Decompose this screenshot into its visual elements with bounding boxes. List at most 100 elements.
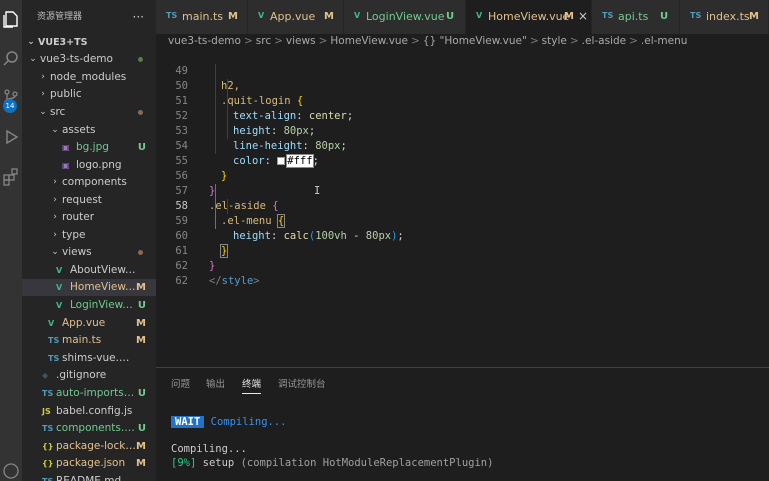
tab-terminal[interactable]: 终端 bbox=[242, 376, 262, 394]
editor-tab[interactable]: V LoginView.vue U bbox=[344, 0, 466, 34]
tree-item[interactable]: TS shims-vue.d.ts bbox=[22, 350, 156, 367]
vue-file-icon: V bbox=[56, 283, 63, 292]
editor-tab[interactable]: TS index.ts M bbox=[680, 0, 769, 34]
code-line: 56 } bbox=[156, 154, 769, 197]
account-icon[interactable] bbox=[2, 462, 20, 480]
tree-item-label: public bbox=[50, 88, 82, 100]
tree-item[interactable]: ▣ bg.jpg U bbox=[22, 139, 156, 156]
editor-tab[interactable]: V HomeView.vue M × bbox=[466, 0, 592, 34]
indent-guide bbox=[227, 199, 228, 214]
tree-item[interactable]: ⌄ vue3-ts-demo bbox=[22, 51, 156, 68]
vue-file-icon: V bbox=[476, 11, 483, 20]
breadcrumb: vue3-ts-demo > src > views > HomeView.vue >{} "… bbox=[156, 34, 769, 49]
source-control-badge: 14 bbox=[3, 99, 17, 113]
compiling-text: Compiling... bbox=[171, 443, 247, 455]
code-editor[interactable]: 49 h2, 50 .quit-login { 51 text-align: c… bbox=[156, 49, 769, 367]
tree-item[interactable]: ▣ logo.png bbox=[22, 157, 156, 174]
tree-item[interactable]: › request bbox=[22, 192, 156, 209]
tree-item[interactable]: V AboutView.vue bbox=[22, 262, 156, 279]
tree-item[interactable]: TSREADME.md bbox=[22, 473, 156, 481]
breadcrumb-item[interactable]: .el-menu bbox=[641, 35, 688, 47]
tab-status-badge: M bbox=[228, 11, 238, 22]
breadcrumb-item[interactable]: views bbox=[286, 35, 316, 47]
tree-item[interactable]: › router bbox=[22, 209, 156, 226]
ts-file-icon: TS bbox=[48, 354, 60, 363]
breadcrumb-item[interactable]: HomeView.vue bbox=[330, 35, 408, 47]
breadcrumb-separator-icon: > bbox=[243, 35, 253, 47]
vue-file-icon: V bbox=[354, 11, 361, 20]
code-line: 62 bbox=[156, 259, 769, 287]
project-root[interactable]: ⌄ VUE3+TS bbox=[22, 34, 156, 51]
tab-label: HomeView.vue bbox=[488, 10, 570, 23]
tree-item[interactable]: V App.vue M bbox=[22, 315, 156, 332]
breadcrumb-separator-icon: > bbox=[529, 35, 539, 47]
editor-tab[interactable]: TS api.ts U bbox=[592, 0, 680, 34]
tree-item[interactable]: JS babel.config.js bbox=[22, 403, 156, 420]
breadcrumb-separator-icon: > bbox=[274, 35, 283, 47]
chevron-down-icon: ⌄ bbox=[39, 107, 47, 117]
tree-item-label: bg.jpg bbox=[76, 141, 109, 153]
run-debug-icon[interactable] bbox=[2, 128, 20, 146]
tree-item-label: request bbox=[62, 194, 102, 206]
tree-item[interactable]: {} package-lock.j... M bbox=[22, 438, 156, 455]
progress-step: setup bbox=[202, 457, 235, 469]
tree-item-label: .gitignore bbox=[56, 369, 107, 381]
tree-item-label: package.json bbox=[56, 457, 126, 469]
tab-debug-console[interactable]: 调试控制台 bbox=[278, 376, 326, 390]
breadcrumb-item[interactable]: src bbox=[256, 35, 271, 47]
chevron-down-icon: ⌄ bbox=[51, 247, 59, 257]
activity-bar: 14 bbox=[0, 0, 22, 481]
code-line: 53 line-height: 80px; bbox=[156, 109, 769, 152]
editor-tab[interactable]: TS main.ts M bbox=[156, 0, 248, 34]
tree-item[interactable]: ◆ .gitignore bbox=[22, 367, 156, 384]
tab-output[interactable]: 输出 bbox=[206, 376, 225, 390]
tree-item[interactable]: TSauto-imports.d.tsU bbox=[22, 385, 156, 402]
tree-item[interactable]: V HomeView.... M bbox=[22, 279, 156, 296]
code-line: 54 color: #fff; bbox=[156, 124, 769, 168]
tree-item[interactable]: {} package.json M bbox=[22, 455, 156, 472]
editor-tab[interactable]: V App.vue M bbox=[248, 0, 344, 34]
git-status-badge: U bbox=[137, 388, 146, 399]
bottom-panel: 问题 输出 终端 调试控制台 WAIT Compiling... Compili… bbox=[156, 367, 769, 481]
breadcrumb-item[interactable]: vue3-ts-demo bbox=[168, 35, 241, 47]
tree-item-label: LoginView.vue bbox=[70, 299, 136, 311]
git-status-badge: M bbox=[136, 335, 146, 346]
breadcrumb-item[interactable]: {} "HomeView.vue" bbox=[423, 35, 527, 47]
git-status-badge: M bbox=[136, 441, 146, 452]
code-line: 51 text-align: center; bbox=[156, 79, 769, 122]
tree-item[interactable]: ⌄ assets bbox=[22, 122, 156, 139]
tree-item[interactable]: V LoginView.vueU bbox=[22, 297, 156, 314]
git-status-badge: M bbox=[136, 318, 146, 329]
tab-label: App.vue bbox=[270, 10, 316, 23]
tab-status-badge: U bbox=[446, 11, 455, 22]
tree-item[interactable]: › public bbox=[22, 86, 156, 103]
git-status-badge: M bbox=[136, 458, 146, 469]
tree-item[interactable]: ⌄ views bbox=[22, 244, 156, 261]
ts-file-icon: TS bbox=[602, 11, 614, 20]
more-actions-icon[interactable]: ··· bbox=[133, 0, 144, 34]
search-icon[interactable] bbox=[2, 50, 20, 68]
tree-item[interactable]: › type bbox=[22, 227, 156, 244]
breadcrumb-item[interactable]: .el-aside bbox=[582, 35, 626, 47]
tree-item[interactable]: › components bbox=[22, 174, 156, 191]
git-status-badge: M bbox=[136, 282, 146, 293]
breadcrumb-item[interactable]: style bbox=[542, 35, 567, 47]
close-tab-icon[interactable]: × bbox=[578, 9, 588, 23]
tree-item[interactable]: ⌄ src bbox=[22, 104, 156, 121]
explorer-icon[interactable] bbox=[2, 10, 20, 28]
text-cursor-icon: I bbox=[314, 185, 321, 197]
tree-item-label: README.md bbox=[56, 475, 122, 481]
tab-label: index.ts bbox=[706, 10, 750, 23]
chevron-right-icon: › bbox=[53, 212, 57, 222]
tree-item[interactable]: › node_modules bbox=[22, 69, 156, 86]
wait-badge: WAIT bbox=[171, 416, 205, 428]
tab-problems[interactable]: 问题 bbox=[171, 376, 190, 390]
extensions-icon[interactable] bbox=[2, 168, 20, 186]
tab-label: LoginView.vue bbox=[366, 10, 445, 23]
chevron-right-icon: › bbox=[41, 89, 45, 99]
git-status-dot bbox=[138, 110, 143, 115]
tree-item[interactable]: TS components.d.ts U bbox=[22, 420, 156, 437]
tree-item[interactable]: TS main.ts M bbox=[22, 332, 156, 349]
tab-label: main.ts bbox=[182, 10, 224, 23]
js-file-icon: JS bbox=[42, 407, 51, 416]
